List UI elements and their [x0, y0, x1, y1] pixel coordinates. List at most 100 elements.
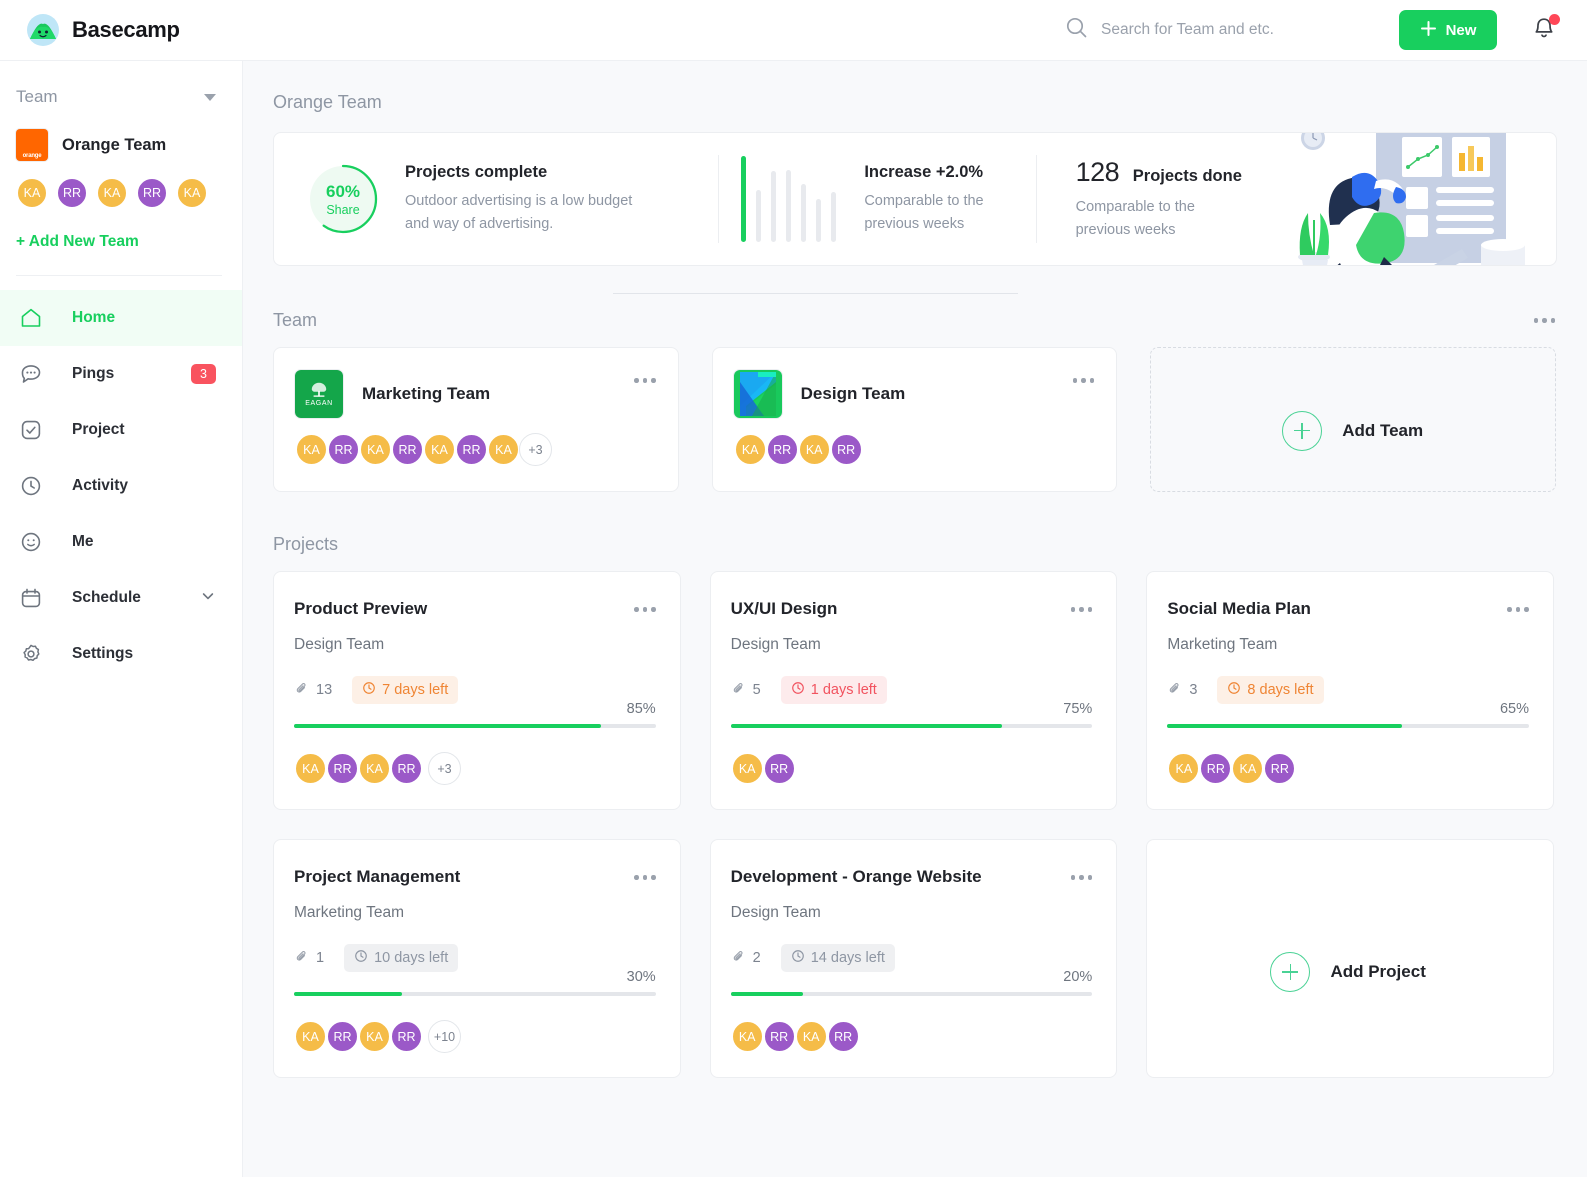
stats-banner: 60% Share Projects complete Outdoor adve…: [273, 132, 1557, 266]
project-card[interactable]: Project ManagementMarketing Team110 days…: [273, 839, 681, 1078]
add-team-card[interactable]: Add Team: [1150, 347, 1556, 492]
project-avatars: KARRKARR+10: [294, 1020, 460, 1053]
projects-done-subline-2: previous weeks: [1076, 222, 1176, 238]
avatar: KA: [795, 1020, 828, 1053]
sidebar-item-schedule[interactable]: Schedule: [0, 570, 242, 626]
orange-team-logo-text: orange: [23, 153, 42, 159]
more-horizontal-icon[interactable]: [634, 378, 656, 383]
due-date-badge: 8 days left: [1217, 676, 1323, 704]
notification-badge-dot: [1549, 14, 1560, 25]
chevron-down-icon[interactable]: [200, 588, 216, 609]
team-logo-icon: EAGAN: [295, 370, 343, 418]
projects-complete-subtext: Outdoor advertising is a low budget and …: [405, 190, 632, 235]
team-logo-text: EAGAN: [305, 400, 333, 407]
projects-card-grid: Product PreviewDesign Team137 days left8…: [243, 555, 1587, 1078]
new-button[interactable]: New: [1399, 10, 1497, 50]
project-avatars: KARRKARR+3: [294, 752, 460, 785]
more-horizontal-icon[interactable]: [634, 875, 656, 880]
add-team-label: Add Team: [1342, 421, 1423, 441]
progress-fill: [294, 992, 402, 996]
add-project-card[interactable]: Add Project: [1146, 839, 1554, 1078]
clock-icon: [354, 949, 368, 967]
avatar: RR: [326, 752, 359, 785]
increase-subtext: Comparable to the previous weeks: [864, 190, 983, 235]
attachment-count: 3: [1167, 681, 1197, 700]
mini-bar: [786, 170, 791, 242]
project-title: Project Management: [294, 867, 656, 887]
project-title: Social Media Plan: [1167, 599, 1529, 619]
more-horizontal-icon[interactable]: [1071, 875, 1093, 880]
team-card[interactable]: Design TeamKARRKARR: [712, 347, 1118, 492]
sidebar-item-me[interactable]: Me: [0, 514, 242, 570]
sidebar-active-team-name: Orange Team: [62, 136, 166, 155]
more-horizontal-icon[interactable]: [1071, 607, 1093, 612]
bell-icon: [1531, 30, 1557, 47]
avatar: RR: [455, 433, 488, 466]
team-card[interactable]: EAGANMarketing TeamKARRKARRKARRKA+3: [273, 347, 679, 492]
project-meta: 137 days left: [294, 676, 656, 704]
avatar: KA: [358, 1020, 391, 1053]
sidebar-item-project[interactable]: Project: [0, 402, 242, 458]
mini-bar: [756, 190, 761, 242]
banner-carousel-indicator[interactable]: [613, 293, 1018, 294]
avatar-overflow-count: +3: [519, 433, 552, 466]
attachment-count: 13: [294, 681, 332, 700]
project-card[interactable]: Social Media PlanMarketing Team38 days l…: [1146, 571, 1554, 810]
sidebar-item-label: Settings: [72, 645, 133, 663]
avatar: RR: [763, 752, 796, 785]
avatar: RR: [1263, 752, 1296, 785]
mini-bar: [801, 184, 806, 242]
attachment-count-value: 1: [316, 950, 324, 966]
notifications-button[interactable]: [1531, 15, 1557, 45]
paperclip-icon: [1167, 681, 1182, 700]
brand[interactable]: Basecamp: [0, 13, 180, 47]
progress-fill: [731, 724, 1002, 728]
avatar: KA: [294, 1020, 327, 1053]
projects-done-heading: 128 Projects done: [1076, 157, 1242, 188]
avatar: KA: [358, 752, 391, 785]
due-date-label: 8 days left: [1247, 682, 1313, 698]
due-date-badge: 1 days left: [781, 676, 887, 704]
clock-icon: [16, 474, 46, 498]
project-team-name: Design Team: [294, 636, 656, 654]
sidebar-item-home[interactable]: Home: [0, 290, 242, 346]
sidebar-item-pings[interactable]: Pings3: [0, 346, 242, 402]
avatar: RR: [827, 1020, 860, 1053]
avatar: KA: [295, 433, 328, 466]
main-content: Orange Team 60% Share Projects complete …: [243, 61, 1587, 1177]
team-card-header: EAGANMarketing Team: [295, 370, 656, 418]
project-avatars: KARR: [731, 752, 795, 785]
search-input[interactable]: [1101, 21, 1361, 39]
avatar: KA: [487, 433, 520, 466]
project-card[interactable]: Product PreviewDesign Team137 days left8…: [273, 571, 681, 810]
attachment-count: 5: [731, 681, 761, 700]
calendar-icon: [16, 586, 46, 610]
more-horizontal-icon[interactable]: [1534, 318, 1556, 323]
project-avatars: KARRKARR: [1167, 752, 1295, 785]
page-title: Orange Team: [243, 61, 1587, 113]
sidebar-active-team[interactable]: orange Orange Team: [0, 107, 242, 161]
avatar: KA: [734, 433, 767, 466]
add-new-team-button[interactable]: + Add New Team: [0, 209, 242, 251]
avatar: KA: [96, 177, 128, 209]
search-box[interactable]: [1065, 16, 1361, 44]
project-team-name: Design Team: [731, 904, 1093, 922]
avatar: KA: [1167, 752, 1200, 785]
avatar: KA: [294, 752, 327, 785]
orange-team-logo-icon: orange: [16, 129, 48, 161]
progress-bar: 65%: [1167, 701, 1529, 728]
sidebar-item-settings[interactable]: Settings: [0, 626, 242, 682]
caret-down-icon[interactable]: [204, 94, 216, 101]
project-card[interactable]: UX/UI DesignDesign Team51 days left75%KA…: [710, 571, 1118, 810]
avatar: RR: [327, 433, 360, 466]
project-card[interactable]: Development - Orange WebsiteDesign Team2…: [710, 839, 1118, 1078]
projects-section-label: Projects: [243, 492, 1587, 555]
more-horizontal-icon[interactable]: [1073, 378, 1095, 383]
avatar: RR: [391, 433, 424, 466]
increase-subline-2: previous weeks: [864, 216, 964, 232]
more-horizontal-icon[interactable]: [634, 607, 656, 612]
gear-icon: [16, 642, 46, 666]
clock-icon: [1227, 681, 1241, 699]
sidebar-item-activity[interactable]: Activity: [0, 458, 242, 514]
more-horizontal-icon[interactable]: [1507, 607, 1529, 612]
